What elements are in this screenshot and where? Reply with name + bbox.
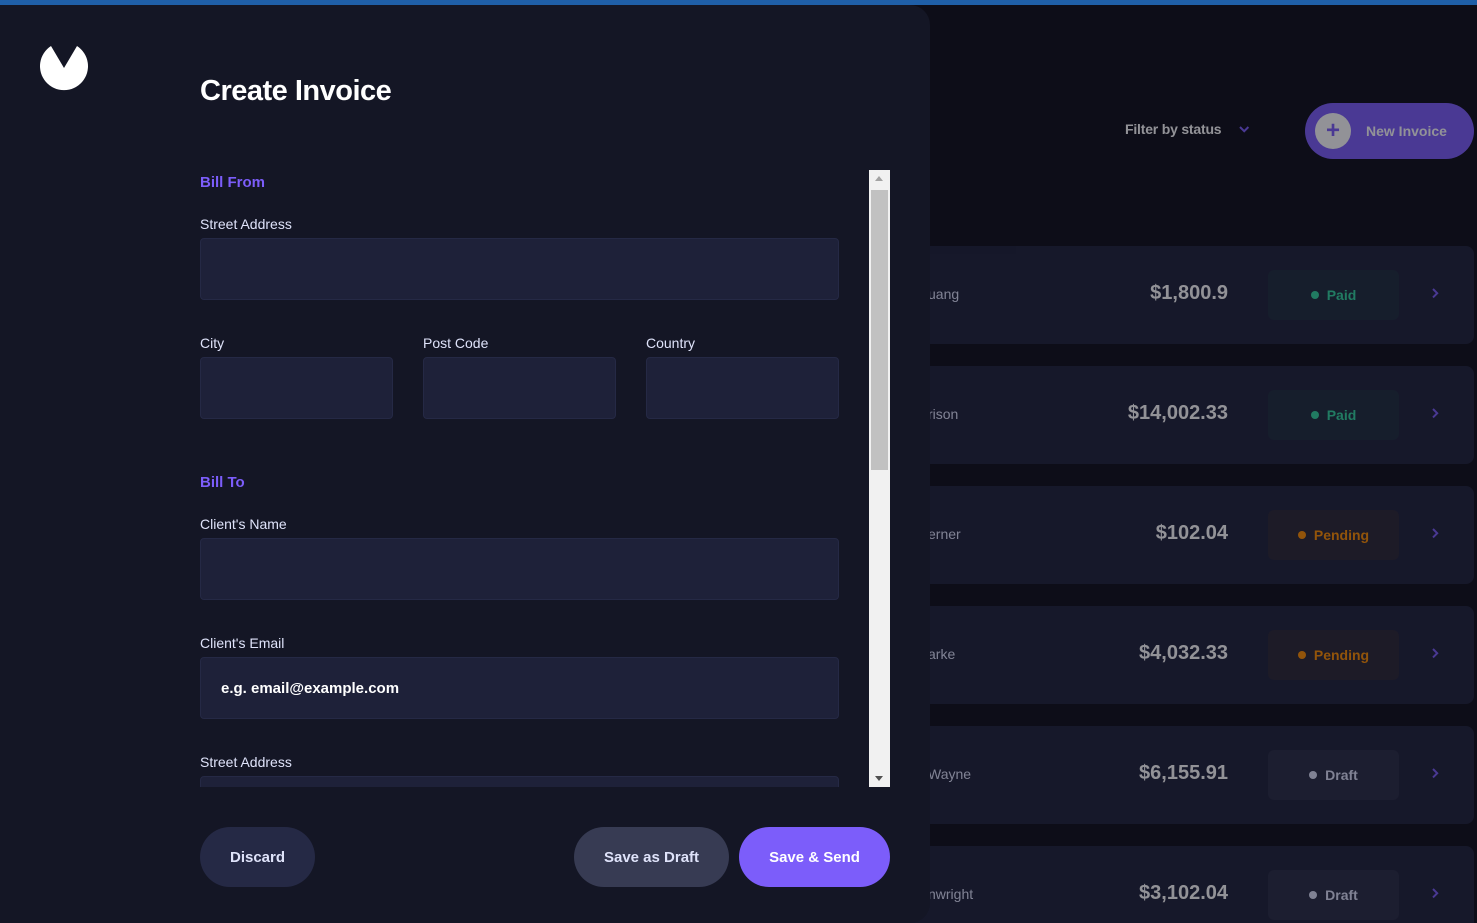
bill-from-street-input[interactable] bbox=[200, 238, 839, 300]
save-and-send-button[interactable]: Save & Send bbox=[739, 827, 890, 887]
status-badge: Paid bbox=[1268, 390, 1399, 440]
status-dot bbox=[1297, 651, 1306, 659]
bill-to-street-input[interactable] bbox=[200, 776, 839, 787]
scroll-up-arrow-icon[interactable] bbox=[875, 176, 883, 181]
client-name-label: Client's Name bbox=[200, 516, 287, 532]
bill-to-street-label: Street Address bbox=[200, 754, 292, 770]
bill-from-heading: Bill From bbox=[200, 174, 266, 191]
post-code-input[interactable] bbox=[423, 357, 616, 419]
invoice-amount: $102.04 bbox=[1155, 522, 1228, 544]
form-scroll-area[interactable]: Bill From Street Address City Post Code … bbox=[200, 170, 840, 787]
chevron-right-icon bbox=[1432, 288, 1439, 299]
status-dot bbox=[1310, 411, 1319, 419]
save-as-draft-button[interactable]: Save as Draft bbox=[574, 827, 729, 887]
status-text: Draft bbox=[1325, 767, 1358, 783]
status-dot bbox=[1309, 771, 1318, 779]
scrollbar-thumb[interactable] bbox=[871, 190, 888, 470]
invoice-row[interactable]: rison $14,002.33 Paid bbox=[910, 366, 1474, 464]
discard-button[interactable]: Discard bbox=[200, 827, 315, 887]
invoice-row[interactable]: erner $102.04 Pending bbox=[910, 486, 1474, 584]
status-text: Paid bbox=[1326, 407, 1357, 423]
status-text: Paid bbox=[1326, 287, 1357, 303]
invoice-client: rison bbox=[928, 406, 959, 422]
status-text: Pending bbox=[1313, 527, 1370, 543]
status-badge: Draft bbox=[1268, 750, 1399, 800]
status-text: Pending bbox=[1313, 647, 1370, 663]
client-email-label: Client's Email bbox=[200, 635, 285, 651]
invoice-amount: $4,032.33 bbox=[1139, 642, 1228, 664]
form-scrollbar[interactable] bbox=[869, 170, 890, 787]
plus-icon: + bbox=[1315, 113, 1351, 149]
logo-icon bbox=[40, 46, 88, 91]
invoice-row[interactable]: nwright $3,102.04 Draft bbox=[910, 846, 1474, 923]
filter-by-status[interactable]: Filter by status bbox=[1125, 121, 1250, 137]
invoice-client: uang bbox=[928, 286, 960, 302]
chevron-right-icon bbox=[1432, 768, 1439, 779]
status-dot bbox=[1297, 531, 1306, 539]
invoice-client: Wayne bbox=[928, 766, 972, 782]
scroll-down-arrow-icon[interactable] bbox=[875, 776, 883, 781]
country-label: Country bbox=[646, 335, 696, 351]
invoice-row[interactable]: arke $4,032.33 Pending bbox=[910, 606, 1474, 704]
status-badge: Pending bbox=[1268, 510, 1399, 560]
invoice-client: nwright bbox=[928, 886, 974, 902]
create-invoice-drawer: Create Invoice Bill From Street Address … bbox=[0, 5, 930, 923]
invoice-amount: $3,102.04 bbox=[1139, 882, 1228, 904]
chevron-right-icon bbox=[1432, 888, 1439, 899]
status-dot bbox=[1310, 291, 1319, 299]
chevron-right-icon bbox=[1432, 528, 1439, 539]
invoice-row[interactable]: Wayne $6,155.91 Draft bbox=[910, 726, 1474, 824]
invoice-amount: $6,155.91 bbox=[1139, 762, 1228, 784]
invoice-amount: $14,002.33 bbox=[1127, 402, 1228, 424]
new-invoice-button[interactable]: + New Invoice bbox=[1305, 103, 1474, 159]
status-text: Draft bbox=[1325, 887, 1358, 903]
client-name-input[interactable] bbox=[200, 538, 839, 600]
city-label: City bbox=[200, 335, 225, 351]
invoice-client: erner bbox=[928, 526, 961, 542]
status-badge: Paid bbox=[1268, 270, 1399, 320]
page-title: Create Invoice bbox=[200, 75, 392, 107]
invoice-amount: $1,800.9 bbox=[1150, 282, 1228, 304]
invoice-client: arke bbox=[928, 646, 956, 662]
invoice-row[interactable]: uang $1,800.9 Paid bbox=[910, 246, 1474, 344]
city-input[interactable] bbox=[200, 357, 393, 419]
street-address-label: Street Address bbox=[200, 216, 292, 232]
status-dot bbox=[1309, 891, 1318, 899]
status-badge: Pending bbox=[1268, 630, 1399, 680]
post-code-label: Post Code bbox=[423, 335, 489, 351]
chevron-right-icon bbox=[1432, 648, 1439, 659]
new-invoice-label: New Invoice bbox=[1366, 123, 1447, 139]
filter-label: Filter by status bbox=[1125, 121, 1222, 137]
client-email-input[interactable] bbox=[200, 657, 839, 719]
country-input[interactable] bbox=[646, 357, 839, 419]
status-badge: Draft bbox=[1268, 870, 1399, 920]
bill-to-heading: Bill To bbox=[200, 474, 245, 491]
chevron-right-icon bbox=[1432, 408, 1439, 419]
chevron-down-icon bbox=[1239, 125, 1250, 133]
